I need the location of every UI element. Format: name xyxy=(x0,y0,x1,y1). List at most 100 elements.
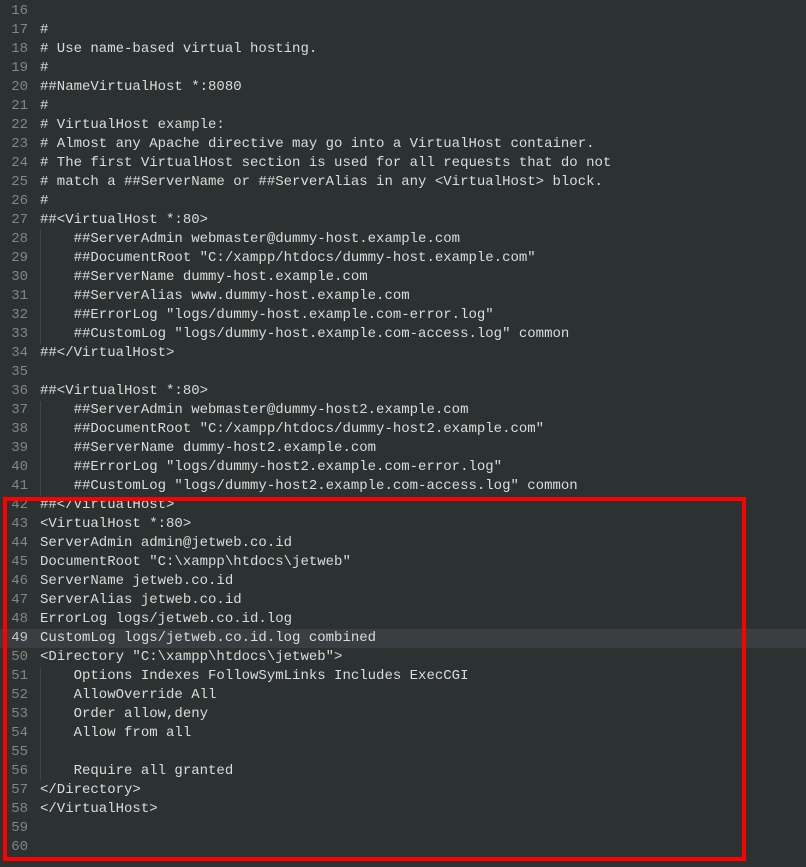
code-line[interactable]: 19# xyxy=(0,59,806,78)
code-line[interactable]: 41 ##CustomLog "logs/dummy-host2.example… xyxy=(0,477,806,496)
line-content[interactable]: <VirtualHost *:80> xyxy=(40,515,806,534)
code-line[interactable]: 16 xyxy=(0,2,806,21)
line-content[interactable]: ##<VirtualHost *:80> xyxy=(40,382,806,401)
line-content[interactable]: # Use name-based virtual hosting. xyxy=(40,40,806,59)
line-number: 42 xyxy=(0,496,40,515)
code-line[interactable]: 54 Allow from all xyxy=(0,724,806,743)
line-content[interactable]: ##ServerName dummy-host2.example.com xyxy=(40,439,806,458)
line-content[interactable]: ##NameVirtualHost *:8080 xyxy=(40,78,806,97)
line-content[interactable] xyxy=(40,819,806,838)
code-line[interactable]: 20##NameVirtualHost *:8080 xyxy=(0,78,806,97)
code-line[interactable]: 59 xyxy=(0,819,806,838)
line-content[interactable]: ServerName jetweb.co.id xyxy=(40,572,806,591)
code-line[interactable]: 32 ##ErrorLog "logs/dummy-host.example.c… xyxy=(0,306,806,325)
line-content[interactable]: ##CustomLog "logs/dummy-host.example.com… xyxy=(40,325,806,344)
code-line[interactable]: 42##</VirtualHost> xyxy=(0,496,806,515)
line-content[interactable]: ##</VirtualHost> xyxy=(40,344,806,363)
line-content[interactable]: # match a ##ServerName or ##ServerAlias … xyxy=(40,173,806,192)
code-line[interactable]: 21# xyxy=(0,97,806,116)
line-number: 57 xyxy=(0,781,40,800)
line-content[interactable]: AllowOverride All xyxy=(40,686,806,705)
line-content[interactable]: ServerAlias jetweb.co.id xyxy=(40,591,806,610)
line-content[interactable]: ##<VirtualHost *:80> xyxy=(40,211,806,230)
code-line[interactable]: 31 ##ServerAlias www.dummy-host.example.… xyxy=(0,287,806,306)
line-content[interactable]: ##ServerName dummy-host.example.com xyxy=(40,268,806,287)
code-line[interactable]: 23# Almost any Apache directive may go i… xyxy=(0,135,806,154)
line-content[interactable]: ##CustomLog "logs/dummy-host2.example.co… xyxy=(40,477,806,496)
code-line[interactable]: 36##<VirtualHost *:80> xyxy=(0,382,806,401)
code-line[interactable]: 28 ##ServerAdmin webmaster@dummy-host.ex… xyxy=(0,230,806,249)
line-content[interactable]: # xyxy=(40,97,806,116)
line-content[interactable]: Order allow,deny xyxy=(40,705,806,724)
line-content[interactable] xyxy=(40,363,806,382)
code-line[interactable]: 60 xyxy=(0,838,806,857)
line-content[interactable]: ##ErrorLog "logs/dummy-host.example.com-… xyxy=(40,306,806,325)
line-number: 41 xyxy=(0,477,40,496)
code-line[interactable]: 34##</VirtualHost> xyxy=(0,344,806,363)
line-content[interactable]: </VirtualHost> xyxy=(40,800,806,819)
line-content[interactable]: CustomLog logs/jetweb.co.id.log combined xyxy=(40,629,806,648)
line-number: 19 xyxy=(0,59,40,78)
line-content[interactable]: Options Indexes FollowSymLinks Includes … xyxy=(40,667,806,686)
code-line[interactable]: 50<Directory "C:\xampp\htdocs\jetweb"> xyxy=(0,648,806,667)
code-line[interactable]: 56 Require all granted xyxy=(0,762,806,781)
code-line[interactable]: 51 Options Indexes FollowSymLinks Includ… xyxy=(0,667,806,686)
code-line[interactable]: 40 ##ErrorLog "logs/dummy-host2.example.… xyxy=(0,458,806,477)
line-content[interactable]: ##ServerAdmin webmaster@dummy-host.examp… xyxy=(40,230,806,249)
line-content[interactable]: ##</VirtualHost> xyxy=(40,496,806,515)
line-content[interactable]: ##DocumentRoot "C:/xampp/htdocs/dummy-ho… xyxy=(40,249,806,268)
code-line[interactable]: 38 ##DocumentRoot "C:/xampp/htdocs/dummy… xyxy=(0,420,806,439)
code-line[interactable]: 30 ##ServerName dummy-host.example.com xyxy=(0,268,806,287)
line-content[interactable]: ##DocumentRoot "C:/xampp/htdocs/dummy-ho… xyxy=(40,420,806,439)
code-line[interactable]: 33 ##CustomLog "logs/dummy-host.example.… xyxy=(0,325,806,344)
line-content[interactable]: # xyxy=(40,59,806,78)
code-line[interactable]: 48ErrorLog logs/jetweb.co.id.log xyxy=(0,610,806,629)
line-content[interactable] xyxy=(40,2,806,21)
line-content[interactable]: </Directory> xyxy=(40,781,806,800)
line-content[interactable]: # xyxy=(40,21,806,40)
code-line[interactable]: 47ServerAlias jetweb.co.id xyxy=(0,591,806,610)
line-content[interactable] xyxy=(40,743,806,762)
code-line[interactable]: 37 ##ServerAdmin webmaster@dummy-host2.e… xyxy=(0,401,806,420)
line-content[interactable]: # The first VirtualHost section is used … xyxy=(40,154,806,173)
line-number: 40 xyxy=(0,458,40,477)
line-content[interactable] xyxy=(40,838,806,857)
line-number: 20 xyxy=(0,78,40,97)
line-content[interactable]: Allow from all xyxy=(40,724,806,743)
code-line[interactable]: 27##<VirtualHost *:80> xyxy=(0,211,806,230)
code-editor[interactable]: 1617#18# Use name-based virtual hosting.… xyxy=(0,0,806,857)
line-content[interactable]: # VirtualHost example: xyxy=(40,116,806,135)
code-line[interactable]: 22# VirtualHost example: xyxy=(0,116,806,135)
code-line[interactable]: 18# Use name-based virtual hosting. xyxy=(0,40,806,59)
line-content[interactable]: ##ErrorLog "logs/dummy-host2.example.com… xyxy=(40,458,806,477)
line-number: 51 xyxy=(0,667,40,686)
code-line[interactable]: 17# xyxy=(0,21,806,40)
code-line[interactable]: 49CustomLog logs/jetweb.co.id.log combin… xyxy=(0,629,806,648)
line-content[interactable]: Require all granted xyxy=(40,762,806,781)
code-line[interactable]: 25# match a ##ServerName or ##ServerAlia… xyxy=(0,173,806,192)
code-line[interactable]: 39 ##ServerName dummy-host2.example.com xyxy=(0,439,806,458)
line-content[interactable]: DocumentRoot "C:\xampp\htdocs\jetweb" xyxy=(40,553,806,572)
code-line[interactable]: 53 Order allow,deny xyxy=(0,705,806,724)
code-line[interactable]: 58</VirtualHost> xyxy=(0,800,806,819)
code-line[interactable]: 29 ##DocumentRoot "C:/xampp/htdocs/dummy… xyxy=(0,249,806,268)
line-content[interactable]: ##ServerAlias www.dummy-host.example.com xyxy=(40,287,806,306)
code-line[interactable]: 35 xyxy=(0,363,806,382)
line-content[interactable]: # Almost any Apache directive may go int… xyxy=(40,135,806,154)
code-line[interactable]: 43<VirtualHost *:80> xyxy=(0,515,806,534)
code-line[interactable]: 24# The first VirtualHost section is use… xyxy=(0,154,806,173)
line-content[interactable]: # xyxy=(40,192,806,211)
line-content[interactable]: <Directory "C:\xampp\htdocs\jetweb"> xyxy=(40,648,806,667)
code-line[interactable]: 26# xyxy=(0,192,806,211)
line-number: 53 xyxy=(0,705,40,724)
line-content[interactable]: ErrorLog logs/jetweb.co.id.log xyxy=(40,610,806,629)
line-number: 17 xyxy=(0,21,40,40)
code-line[interactable]: 55 xyxy=(0,743,806,762)
line-content[interactable]: ##ServerAdmin webmaster@dummy-host2.exam… xyxy=(40,401,806,420)
code-line[interactable]: 52 AllowOverride All xyxy=(0,686,806,705)
code-line[interactable]: 57</Directory> xyxy=(0,781,806,800)
code-line[interactable]: 46ServerName jetweb.co.id xyxy=(0,572,806,591)
line-content[interactable]: ServerAdmin admin@jetweb.co.id xyxy=(40,534,806,553)
code-line[interactable]: 45DocumentRoot "C:\xampp\htdocs\jetweb" xyxy=(0,553,806,572)
code-line[interactable]: 44ServerAdmin admin@jetweb.co.id xyxy=(0,534,806,553)
